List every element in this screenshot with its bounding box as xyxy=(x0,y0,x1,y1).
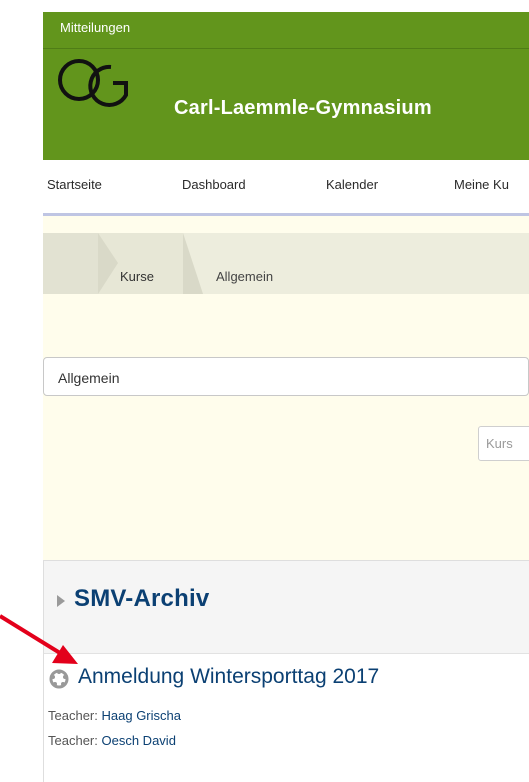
category-select[interactable]: Allgemein xyxy=(43,357,529,396)
teacher-label: Teacher: xyxy=(48,708,98,723)
teacher-link[interactable]: Oesch David xyxy=(102,733,176,748)
teacher-link[interactable]: Haag Grischa xyxy=(102,708,181,723)
nav-item-dashboard[interactable]: Dashboard xyxy=(182,177,246,192)
course-search-input[interactable]: Kurs xyxy=(478,426,529,461)
nav-item-startseite[interactable]: Startseite xyxy=(47,177,102,192)
breadcrumb-item-allgemein: Allgemein xyxy=(216,269,274,284)
category-select-value: Allgemein xyxy=(58,370,120,386)
school-logo-icon[interactable] xyxy=(55,58,145,110)
site-header: Mitteilungen Carl-Laemmle-Gymnasium xyxy=(43,12,529,160)
nav-item-kalender[interactable]: Kalender xyxy=(326,177,378,192)
section-title[interactable]: SMV-Archiv xyxy=(74,585,209,613)
breadcrumb: Kurse Allgemein xyxy=(43,233,529,294)
site-title[interactable]: Carl-Laemmle-Gymnasium xyxy=(174,97,432,120)
messages-link[interactable]: Mitteilungen xyxy=(60,20,130,35)
teacher-row: Teacher: Haag Grischa xyxy=(48,708,181,723)
breadcrumb-shapes xyxy=(43,233,203,294)
main-nav: Startseite Dashboard Kalender Meine Ku xyxy=(43,160,529,216)
messages-bar: Mitteilungen xyxy=(43,12,529,49)
caret-right-icon[interactable] xyxy=(56,594,66,608)
section-header[interactable]: SMV-Archiv xyxy=(44,561,529,654)
teacher-row: Teacher: Oesch David xyxy=(48,733,176,748)
course-box: SMV-Archiv Anmeldung Wintersporttag 2017… xyxy=(43,560,529,782)
breadcrumb-item-kurse[interactable]: Kurse xyxy=(120,269,154,284)
course-icon xyxy=(49,669,69,689)
nav-item-meine-kurse[interactable]: Meine Ku xyxy=(454,177,509,192)
course-link[interactable]: Anmeldung Wintersporttag 2017 xyxy=(78,665,379,689)
teacher-label: Teacher: xyxy=(48,733,98,748)
